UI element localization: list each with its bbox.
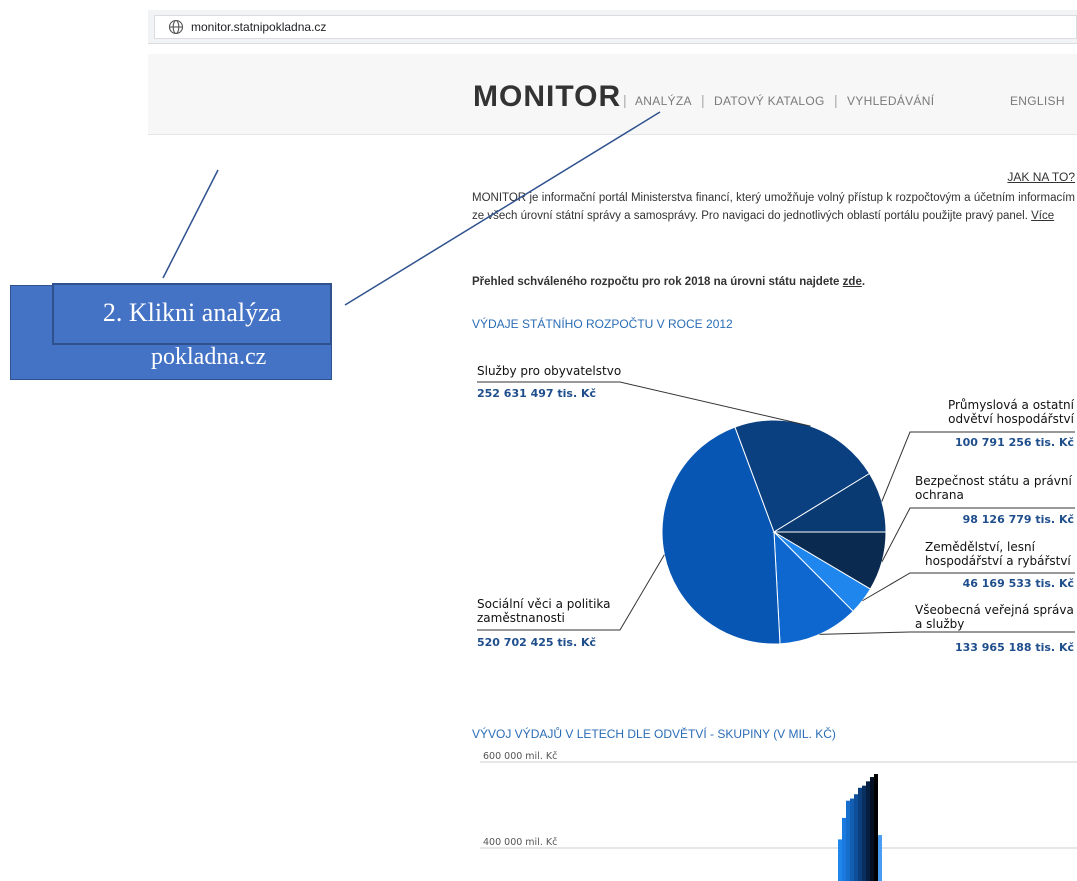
annotation-arrows <box>162 111 661 306</box>
annotation-callout: 2. Klikni analýza <box>52 283 332 345</box>
annotation-back-text: pokladna.cz <box>151 344 267 370</box>
annotation-line-left <box>162 169 219 279</box>
annotation-callout-text: 2. Klikni analýza <box>102 298 282 327</box>
annotation-line-to-analyza <box>344 111 661 306</box>
